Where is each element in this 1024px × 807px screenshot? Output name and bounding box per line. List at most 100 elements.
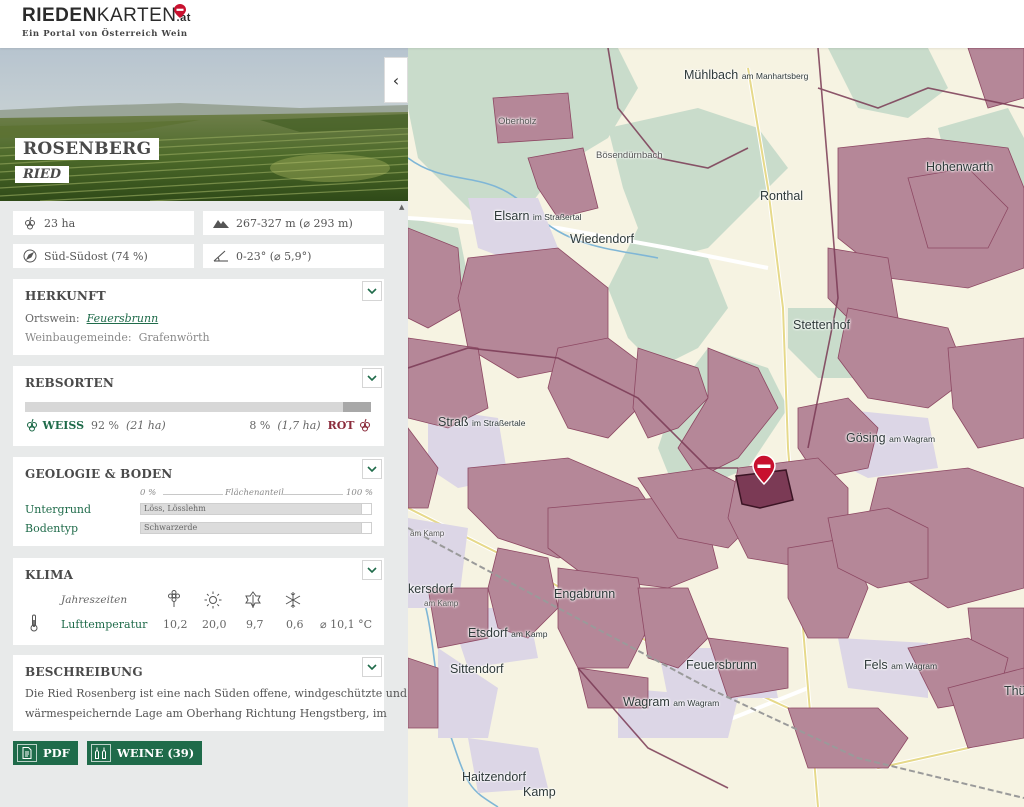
label-elsarn: Elsarn im Straßertal bbox=[494, 209, 582, 223]
beschreibung-heading: BESCHREIBUNG bbox=[25, 665, 143, 679]
label-stettenhof: Stettenhof bbox=[793, 318, 850, 332]
label-kersdorf: kersdorf bbox=[408, 582, 454, 596]
document-icon bbox=[17, 744, 37, 762]
chevron-down-icon bbox=[367, 664, 377, 670]
rebsorten-heading: REBSORTEN bbox=[25, 376, 114, 390]
weiss-share-fill bbox=[25, 402, 344, 412]
compass-icon bbox=[23, 249, 37, 263]
temp-summer: 20,0 bbox=[202, 618, 227, 631]
label-wiedendorf: Wiedendorf bbox=[570, 232, 634, 246]
logo-wordmark: RIEDENKARTEN.at bbox=[22, 5, 191, 26]
scale-line-right bbox=[281, 494, 343, 495]
grape-share-bar bbox=[25, 402, 371, 412]
pdf-button[interactable]: PDF bbox=[13, 741, 78, 765]
sidebar-panel: ROSENBERG RIED ‹ ▲ 23 ha 267-327 m (⌀ 29… bbox=[0, 48, 408, 807]
label-muehlbach: Mühlbach am Manhartsberg bbox=[684, 68, 809, 82]
label-goesing: Gösing am Wagram bbox=[846, 431, 936, 445]
grape-icon bbox=[25, 216, 35, 230]
winter-snowflake-icon bbox=[285, 592, 301, 608]
untergrund-bar[interactable]: Löss, Lösslehm bbox=[140, 503, 372, 515]
hero-image: ROSENBERG RIED bbox=[0, 48, 408, 201]
label-strass: Straß im Straßertale bbox=[438, 415, 526, 429]
label-kamp: Kamp bbox=[523, 785, 556, 799]
description-line-1: Die Ried Rosenberg ist eine nach Süden o… bbox=[25, 687, 407, 700]
temperature-label: Lufttemperatur bbox=[61, 618, 148, 631]
temp-winter: 0,6 bbox=[286, 618, 304, 631]
temp-spring: 10,2 bbox=[163, 618, 188, 631]
map-view[interactable]: Mühlbach am Manhartsberg Oberholz Bösend… bbox=[408, 48, 1024, 807]
scale-line-left bbox=[163, 494, 223, 495]
herkunft-toggle-button[interactable] bbox=[362, 281, 382, 301]
temp-autumn: 9,7 bbox=[246, 618, 264, 631]
gemeinde-row: Weinbaugemeinde: Grafenwörth bbox=[25, 331, 210, 344]
rebsorten-toggle-button[interactable] bbox=[362, 368, 382, 388]
scroll-up-arrow-icon[interactable]: ▲ bbox=[399, 203, 404, 211]
klima-heading: KLIMA bbox=[25, 568, 74, 582]
altitude-stat: 267-327 m (⌀ 293 m) bbox=[203, 211, 384, 235]
label-ronthal: Ronthal bbox=[760, 189, 804, 203]
label-sittendorf: Sittendorf bbox=[450, 662, 504, 676]
top-bar: RIEDENKARTEN.at Ein Portal von Österreic… bbox=[0, 0, 1024, 48]
label-engabrunn: Engabrunn bbox=[554, 587, 616, 601]
wine-bottles-icon bbox=[91, 744, 111, 762]
slope-angle-icon bbox=[213, 250, 228, 262]
geologie-toggle-button[interactable] bbox=[362, 459, 382, 479]
herkunft-heading: HERKUNFT bbox=[25, 289, 106, 303]
white-grape-icon bbox=[26, 418, 38, 432]
weine-button[interactable]: WEINE (39) bbox=[87, 741, 203, 765]
weiss-row: WEISS 92 % (21 ha) bbox=[25, 418, 166, 432]
ried-subtitle: RIED bbox=[15, 166, 70, 183]
geologie-card: GEOLOGIE & BODEN 0 % Flächenanteil 100 %… bbox=[13, 457, 384, 546]
label-haitzendorf: Haitzendorf bbox=[462, 770, 526, 784]
beschreibung-toggle-button[interactable] bbox=[362, 657, 382, 677]
exposure-stat: Süd-Südost (74 %) bbox=[13, 244, 194, 268]
logo[interactable]: RIEDENKARTEN.at Ein Portal von Österreic… bbox=[22, 4, 191, 39]
autumn-leaf-icon bbox=[245, 591, 261, 609]
klima-toggle-button[interactable] bbox=[362, 560, 382, 580]
red-grape-icon bbox=[359, 418, 371, 432]
chevron-down-icon bbox=[367, 375, 377, 381]
chevron-down-icon bbox=[367, 466, 377, 472]
herkunft-card: HERKUNFT Ortswein: Feuersbrunn Weinbauge… bbox=[13, 279, 384, 355]
slope-stat: 0-23° (⌀ 5,9°) bbox=[203, 244, 384, 268]
label-fels: Fels am Wagram bbox=[864, 658, 938, 672]
scale-left: 0 % bbox=[140, 488, 157, 498]
label-wagram: Wagram am Wagram bbox=[623, 695, 720, 709]
label-etsdorf: Etsdorf am Kamp bbox=[468, 626, 548, 640]
logo-tagline: Ein Portal von Österreich Wein bbox=[22, 29, 188, 39]
klima-card: KLIMA Jahreszeiten Lufttemperatur 10,2 2… bbox=[13, 558, 384, 645]
rot-share-fill bbox=[343, 402, 371, 412]
geologie-heading: GEOLOGIE & BODEN bbox=[25, 467, 173, 481]
label-feuersbrunn: Feuersbrunn bbox=[686, 658, 757, 672]
bodentyp-label: Bodentyp bbox=[25, 522, 79, 535]
ried-title: ROSENBERG bbox=[15, 138, 160, 160]
label-kersdorf-sub: am Kamp bbox=[424, 599, 459, 608]
chevron-left-icon: ‹ bbox=[392, 70, 400, 90]
summer-sun-icon bbox=[204, 591, 222, 609]
mountain-icon bbox=[213, 220, 229, 228]
area-stat: 23 ha bbox=[13, 211, 194, 235]
beschreibung-card: BESCHREIBUNG Die Ried Rosenberg ist eine… bbox=[13, 655, 407, 731]
untergrund-label: Untergrund bbox=[25, 503, 92, 516]
label-hohenwarth: Hohenwarth bbox=[926, 160, 994, 174]
scale-right: 100 % bbox=[346, 488, 374, 498]
ortswein-row: Ortswein: Feuersbrunn bbox=[25, 312, 159, 325]
scale-mid: Flächenanteil bbox=[225, 488, 284, 498]
chevron-down-icon bbox=[367, 288, 377, 294]
rot-row: 8 % (1,7 ha) ROT bbox=[249, 418, 372, 432]
label-oberholz: Oberholz bbox=[498, 116, 537, 127]
temp-average: ⌀ 10,1 °C bbox=[319, 618, 372, 631]
seasons-label: Jahreszeiten bbox=[61, 594, 128, 606]
label-am-kamp: am Kamp bbox=[410, 529, 445, 538]
logo-pin-icon bbox=[174, 4, 186, 18]
bodentyp-bar[interactable]: Schwarzerde bbox=[140, 522, 372, 534]
label-thue: Thü bbox=[1004, 684, 1024, 698]
thermometer-icon bbox=[30, 614, 38, 632]
chevron-down-icon bbox=[367, 567, 377, 573]
collapse-sidebar-button[interactable]: ‹ bbox=[384, 57, 408, 103]
description-line-2: wärmespeichernde Lage am Oberhang Richtu… bbox=[25, 707, 387, 720]
label-boesenduernbach: Bösendürnbach bbox=[596, 150, 663, 161]
spring-flower-icon bbox=[168, 590, 180, 607]
rebsorten-card: REBSORTEN WEISS 92 % (21 ha) 8 % (1,7 ha… bbox=[13, 366, 384, 446]
ortswein-link[interactable]: Feuersbrunn bbox=[87, 312, 159, 325]
